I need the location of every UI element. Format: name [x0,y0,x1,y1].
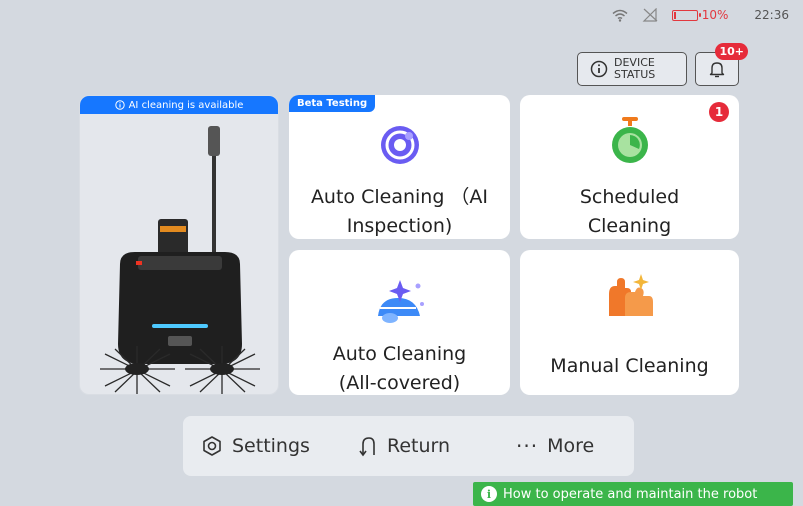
auto-cleaning-all-card[interactable]: Auto Cleaning (All-covered) [289,250,510,395]
return-icon [359,437,375,457]
settings-label: Settings [232,435,310,457]
ai-available-banner: AI cleaning is available [80,96,278,114]
help-text: How to operate and maintain the robot [503,486,758,502]
manual-cleaning-label: Manual Cleaning [550,355,709,377]
label-line-1: Scheduled [579,186,680,208]
label-line-2: (All-covered) [338,372,461,394]
label-line-2: Cleaning [587,215,672,237]
ai-banner-text: AI cleaning is available [128,99,244,111]
auto-cleaning-ai-label: Auto Cleaning （AI Inspection) [289,183,510,239]
battery-fill [673,11,676,19]
more-icon: ··· [516,434,539,458]
notifications-button[interactable]: 10+ [695,43,748,86]
info-icon [114,100,125,110]
ai-inspection-icon [380,126,419,164]
scheduled-badge: 1 [709,102,729,122]
beta-testing-tag: Beta Testing [289,95,376,112]
more-button[interactable]: ··· More [516,416,594,476]
label-line-2: Inspection) [346,215,453,237]
glove-icon [608,274,653,316]
bell-icon [709,62,725,78]
label-line-1: Auto Cleaning [332,343,467,365]
more-label: More [547,435,595,457]
auto-cleaning-ai-card[interactable]: Beta Testing Auto Cleaning （AI Inspectio… [289,95,510,239]
return-label: Return [387,435,451,457]
settings-button[interactable]: Settings [201,416,310,476]
clock: 22:36 [754,8,789,22]
battery-icon [671,9,701,21]
settings-icon [203,436,221,456]
scheduled-cleaning-label: Scheduled Cleaning [520,183,739,239]
auto-cleaning-all-label: Auto Cleaning (All-covered) [289,340,510,395]
status-bar: 10% 22:36 [612,0,803,30]
label-line-1: Auto Cleaning （AI [310,186,489,208]
battery-percent: 10% [701,8,729,22]
robot-preview-card: AI cleaning is available [79,95,279,395]
info-icon [590,60,608,78]
device-status-button[interactable]: DEVICE STATUS [577,52,687,86]
scheduled-cleaning-card[interactable]: 1 Scheduled Cleaning [520,95,739,239]
battery-indicator: 10% [671,8,729,22]
notification-badge: 10+ [715,43,748,60]
help-link[interactable]: i How to operate and maintain the robot [473,482,793,506]
timer-icon [611,117,648,163]
manual-cleaning-card[interactable]: Manual Cleaning [520,250,739,395]
bottom-nav-bar: Settings Return ··· More [183,416,634,476]
robot-image [100,126,260,394]
robot-sweep-icon [377,280,424,323]
no-sim-icon [642,8,658,22]
device-status-label: DEVICE STATUS [614,56,656,81]
info-icon: i [481,486,497,502]
return-button[interactable]: Return [358,416,450,476]
wifi-icon [612,9,628,22]
